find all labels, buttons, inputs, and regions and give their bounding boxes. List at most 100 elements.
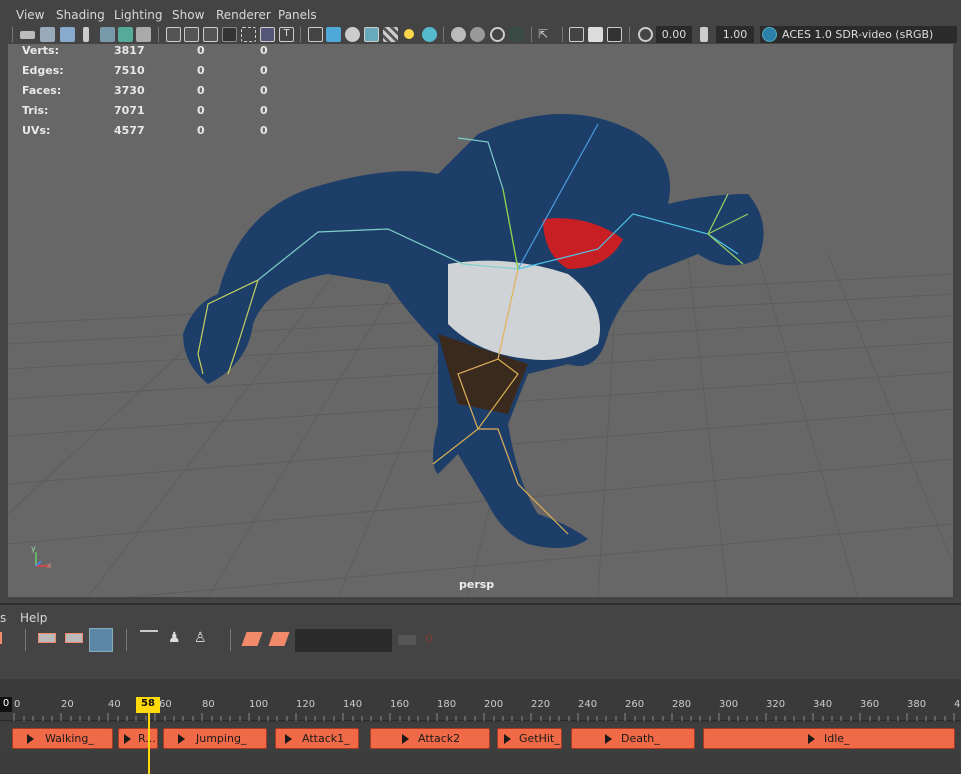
motion-blur-icon[interactable] bbox=[470, 27, 485, 42]
clip-jumping[interactable]: Jumping_ bbox=[163, 728, 267, 749]
clip-edit-icon[interactable] bbox=[0, 632, 8, 644]
clip-track[interactable]: Walking_ R... Jumping_ Attack1_ Attack2 … bbox=[0, 724, 961, 752]
gamma-icon[interactable] bbox=[700, 27, 708, 42]
isolate-select-icon[interactable]: ⇱ bbox=[538, 27, 553, 42]
clip-idle[interactable]: Idle_ bbox=[703, 728, 955, 749]
safe-action-icon[interactable] bbox=[260, 27, 275, 42]
gamma-field[interactable]: 1.00 bbox=[716, 26, 754, 43]
toolbar-separator bbox=[443, 27, 444, 42]
tick-label: 20 bbox=[61, 699, 74, 710]
menu-show[interactable]: Show bbox=[172, 8, 204, 22]
magnet-icon[interactable] bbox=[89, 628, 113, 652]
2d-pan-zoom-icon[interactable] bbox=[100, 27, 115, 42]
shadows-icon[interactable] bbox=[422, 27, 437, 42]
axis-y-label: y bbox=[31, 544, 36, 553]
pen-icon[interactable] bbox=[136, 27, 151, 42]
screen-space-ao-icon[interactable] bbox=[451, 27, 466, 42]
tick-label: 160 bbox=[390, 699, 410, 710]
gate-mask-icon[interactable] bbox=[222, 27, 237, 42]
grid-icon[interactable] bbox=[166, 27, 181, 42]
current-frame-marker[interactable]: 58 bbox=[136, 697, 160, 713]
current-time-indicator[interactable] bbox=[148, 713, 150, 774]
clip-attack2[interactable]: Attack2 bbox=[370, 728, 490, 749]
tick-label: 40 bbox=[108, 699, 121, 710]
clip-label: Walking_ bbox=[45, 732, 94, 745]
tick-label: 260 bbox=[625, 699, 645, 710]
time-editor-timeline[interactable]: 0 0 20 40 60 80 100 120 140 160 180 200 … bbox=[0, 697, 961, 774]
film-gate-icon[interactable] bbox=[184, 27, 199, 42]
smooth-shade-icon[interactable] bbox=[326, 27, 341, 42]
stat-value: 0 bbox=[197, 104, 205, 117]
camera-attributes-icon[interactable] bbox=[40, 27, 55, 42]
color-space-selector[interactable]: ACES 1.0 SDR-video (sRGB) bbox=[760, 26, 957, 43]
depth-of-field-icon[interactable] bbox=[509, 27, 524, 42]
resolution-gate-icon[interactable] bbox=[203, 27, 218, 42]
textured-icon[interactable] bbox=[383, 27, 398, 42]
wireframe-on-shaded-icon[interactable] bbox=[364, 27, 379, 42]
stat-row-tris: Tris: 7071 0 0 bbox=[22, 104, 282, 124]
toolbar-separator bbox=[158, 27, 159, 42]
image-plane-icon[interactable] bbox=[83, 27, 89, 42]
menu-truncated[interactable]: s bbox=[0, 611, 6, 625]
clip-label: R... bbox=[138, 732, 156, 745]
tick-label: 240 bbox=[578, 699, 598, 710]
menu-help[interactable]: Help bbox=[20, 611, 47, 625]
clip-death[interactable]: Death_ bbox=[571, 728, 695, 749]
clip-walking[interactable]: Walking_ bbox=[12, 728, 113, 749]
view-axis-icon: y x bbox=[28, 544, 58, 574]
stat-row-verts: Verts: 3817 0 0 bbox=[22, 44, 282, 64]
menu-shading[interactable]: Shading bbox=[56, 8, 105, 22]
play-icon bbox=[808, 734, 815, 744]
exposure-field[interactable]: 0.00 bbox=[656, 26, 692, 43]
clip-gethit[interactable]: GetHit_ bbox=[497, 728, 562, 749]
toolbar-separator bbox=[126, 629, 127, 651]
menu-lighting[interactable]: Lighting bbox=[114, 8, 163, 22]
character-selection-icon[interactable]: ♙ bbox=[194, 630, 212, 648]
persp-viewport[interactable]: Verts: 3817 0 0 Edges: 7510 0 0 Faces: 3… bbox=[8, 44, 953, 597]
menu-panels[interactable]: Panels bbox=[278, 8, 317, 22]
tick-label: 320 bbox=[766, 699, 786, 710]
stat-label: Edges: bbox=[22, 64, 64, 77]
grease-pencil-icon[interactable] bbox=[118, 27, 133, 42]
tick-label: 340 bbox=[813, 699, 833, 710]
trim-start-icon[interactable] bbox=[38, 633, 56, 643]
color-management-icon[interactable] bbox=[762, 27, 777, 42]
delete-layer-icon[interactable] bbox=[268, 632, 290, 646]
camera-select-icon[interactable] bbox=[20, 31, 35, 39]
stat-label: UVs: bbox=[22, 124, 51, 137]
tick-label: 0 bbox=[14, 699, 21, 710]
menu-renderer[interactable]: Renderer bbox=[216, 8, 271, 22]
tick-label: 360 bbox=[860, 699, 880, 710]
tick-label: 300 bbox=[719, 699, 739, 710]
clip-label: GetHit_ bbox=[519, 732, 560, 745]
stat-value: 0 bbox=[260, 44, 268, 57]
xray-joints-icon[interactable] bbox=[607, 27, 622, 42]
clip-label: Jumping_ bbox=[196, 732, 247, 745]
clip-label: Idle_ bbox=[824, 732, 850, 745]
bookmark-icon[interactable] bbox=[60, 27, 75, 42]
ghost-icon[interactable] bbox=[140, 630, 158, 646]
key-icon bbox=[398, 635, 416, 645]
add-character-icon[interactable]: ♟ bbox=[168, 630, 186, 648]
exposure-icon[interactable] bbox=[638, 27, 653, 42]
zero-key-icon: 0 bbox=[425, 632, 433, 646]
lighting-icon[interactable] bbox=[404, 29, 414, 39]
layer-name-field[interactable] bbox=[295, 629, 392, 652]
anti-aliasing-icon[interactable] bbox=[490, 27, 505, 42]
clip-r[interactable]: R... bbox=[118, 728, 158, 749]
create-layer-icon[interactable] bbox=[241, 632, 263, 646]
toolbar-separator bbox=[300, 27, 301, 42]
menu-view[interactable]: View bbox=[16, 8, 44, 22]
safe-title-icon[interactable]: T bbox=[279, 27, 294, 42]
stat-value: 0 bbox=[197, 44, 205, 57]
clip-attack1[interactable]: Attack1_ bbox=[275, 728, 359, 749]
field-chart-icon[interactable] bbox=[241, 27, 256, 42]
color-space-label: ACES 1.0 SDR-video (sRGB) bbox=[782, 28, 934, 41]
viewport-toolbar: T ⇱ 0.00 1.00 ACES 1.0 SDR-video (sRGB) bbox=[0, 25, 961, 44]
wireframe-icon[interactable] bbox=[308, 27, 323, 42]
tick-label: 140 bbox=[343, 699, 363, 710]
xray-icon[interactable] bbox=[569, 27, 584, 42]
trim-end-icon[interactable] bbox=[65, 633, 83, 643]
default-material-icon[interactable] bbox=[345, 27, 360, 42]
xray-active-components-icon[interactable] bbox=[588, 27, 603, 42]
